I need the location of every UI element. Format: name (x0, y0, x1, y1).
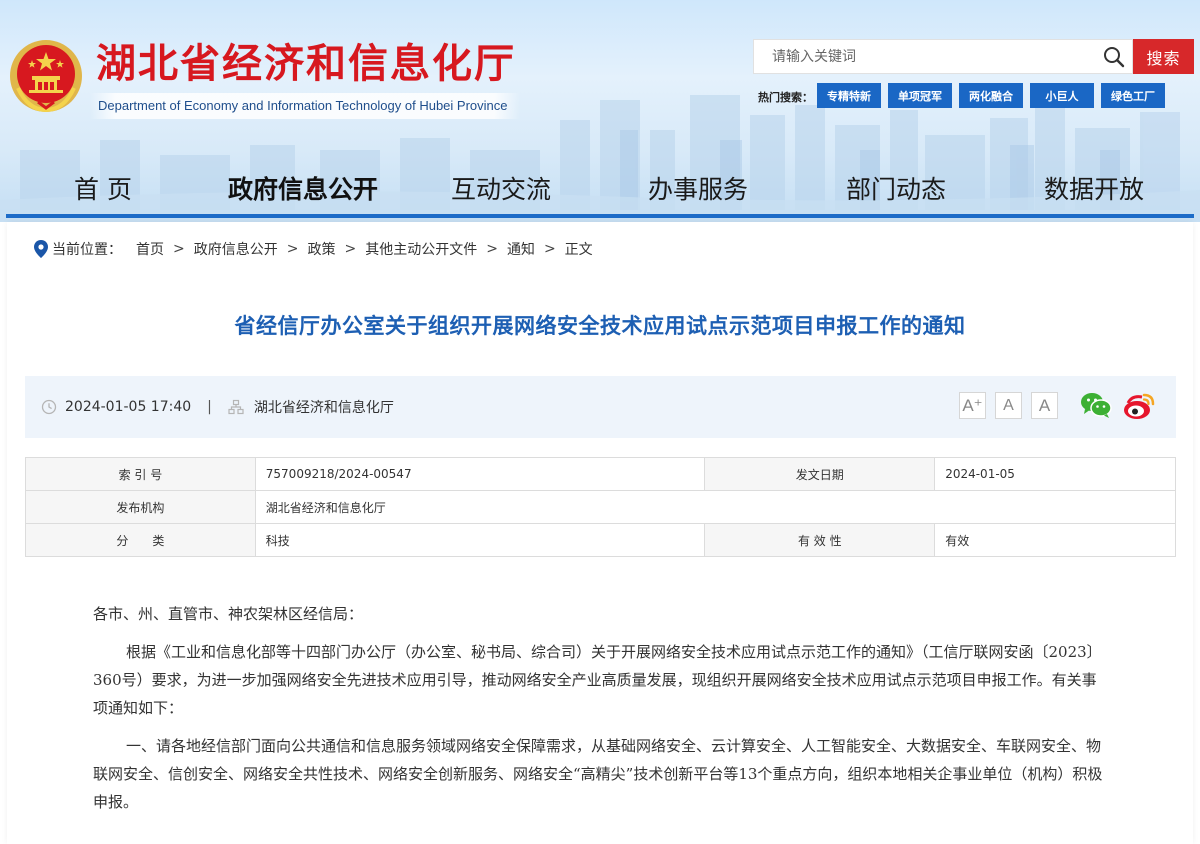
issue-date-label: 发文日期 (704, 457, 936, 491)
organization-icon (228, 399, 244, 415)
nav-item-department-news[interactable]: 部门动态 (846, 170, 946, 206)
breadcrumb: 当前位置： 首页 > 政府信息公开 > 政策 > 其他主动公开文件 > 通知 >… (34, 239, 593, 259)
site-header: 湖北省经济和信息化厅 Department of Economy and Inf… (0, 0, 1200, 222)
wechat-share-icon[interactable] (1080, 391, 1112, 423)
article-source: 湖北省经济和信息化厅 (253, 400, 394, 416)
table-row: 发布机构 湖北省经济和信息化厅 (25, 490, 1177, 524)
document-info-table: 索 引 号 757009218/2024-00547 发文日期 2024-01-… (25, 457, 1177, 557)
breadcrumb-prefix: 当前位置： (52, 242, 122, 258)
font-size-medium-button[interactable]: A (995, 392, 1022, 419)
body-paragraph: 一、请各地经信部门面向公共通信和信息服务领域网络安全保障需求，从基础网络安全、云… (93, 737, 1103, 811)
hot-tag-zhuanjingtexin[interactable]: 专精特新 (817, 83, 881, 108)
category-label: 分 类 (25, 523, 256, 557)
category-value: 科技 (254, 523, 706, 557)
search-input[interactable] (754, 40, 1096, 73)
site-subtitle: Department of Economy and Information Te… (90, 93, 520, 119)
breadcrumb-item-gov-info[interactable]: 政府信息公开 (194, 239, 278, 259)
hot-search-label: 热门搜索： (758, 91, 813, 104)
nav-item-services[interactable]: 办事服务 (648, 170, 748, 206)
search-icon[interactable] (1096, 40, 1132, 73)
salutation: 各市、州、直管市、神农架林区经信局： (93, 605, 364, 623)
breadcrumb-item-current: 正文 (564, 242, 593, 258)
index-label: 索 引 号 (25, 457, 256, 491)
search-button[interactable]: 搜索 (1133, 39, 1194, 74)
breadcrumb-separator: > (486, 241, 498, 257)
validity-label: 有 效 性 (704, 523, 936, 557)
nav-item-interaction[interactable]: 互动交流 (451, 170, 551, 206)
breadcrumb-item-home[interactable]: 首页 (136, 239, 164, 259)
nav-item-gov-info[interactable]: 政府信息公开 (228, 170, 378, 206)
font-size-controls: A⁺ A A (959, 392, 1058, 419)
article-meta-bar: 2024-01-05 17:40 | 湖北省经济和信息化厅 A⁺ A A (25, 376, 1176, 438)
hot-tag-danxiangguanjun[interactable]: 单项冠军 (888, 83, 952, 108)
clock-icon (41, 399, 57, 415)
breadcrumb-item-policy[interactable]: 政策 (307, 239, 335, 259)
hot-tag-lvsegongchang[interactable]: 绿色工厂 (1101, 83, 1165, 108)
body-paragraph: 根据《工业和信息化部等十四部门办公厅（办公室、秘书局、综合司）关于开展网络安全技… (93, 643, 1102, 717)
breadcrumb-separator: > (344, 241, 357, 257)
hot-tag-xiaojuren[interactable]: 小巨人 (1030, 83, 1094, 108)
publisher-value: 湖北省经济和信息化厅 (254, 490, 1177, 524)
table-row: 分 类 科技 有 效 性 有效 (25, 523, 1176, 557)
site-title: 湖北省经济和信息化厅 (96, 41, 516, 87)
breadcrumb-separator: > (543, 241, 556, 257)
article-meta: 2024-01-05 17:40 | 湖北省经济和信息化厅 (41, 376, 394, 438)
nav-underline (6, 214, 1194, 218)
article-datetime: 2024-01-05 17:40 (65, 399, 192, 415)
meta-divider: | (207, 399, 212, 415)
hot-tag-lianghuaronghe[interactable]: 两化融合 (959, 83, 1023, 108)
article-body: 各市、州、直管市、神农架林区经信局： 根据《工业和信息化部等十四部门办公厅（办公… (93, 600, 1107, 816)
hot-search-tags: 专精特新 单项冠军 两化融合 小巨人 绿色工厂 (817, 83, 1165, 108)
nav-item-home[interactable]: 首 页 (74, 170, 132, 206)
breadcrumb-item-other-files[interactable]: 其他主动公开文件 (365, 239, 477, 259)
publisher-label: 发布机构 (25, 490, 256, 524)
table-row: 索 引 号 757009218/2024-00547 发文日期 2024-01-… (25, 457, 1176, 491)
index-value: 757009218/2024-00547 (254, 457, 706, 491)
font-size-large-button[interactable]: A⁺ (959, 392, 986, 419)
nav-item-open-data[interactable]: 数据开放 (1044, 170, 1144, 206)
font-size-small-button[interactable]: A (1031, 392, 1058, 419)
main-nav: 首 页 政府信息公开 互动交流 办事服务 部门动态 数据开放 (0, 160, 1200, 216)
location-pin-icon (34, 240, 48, 258)
search-box (753, 39, 1133, 74)
national-emblem-icon (10, 40, 82, 113)
validity-value: 有效 (934, 523, 1176, 557)
breadcrumb-separator: > (286, 241, 299, 257)
breadcrumb-item-notice[interactable]: 通知 (507, 239, 535, 259)
weibo-share-icon[interactable] (1122, 390, 1158, 426)
breadcrumb-separator: > (173, 241, 185, 257)
issue-date-value: 2024-01-05 (934, 457, 1176, 491)
article-title: 省经信厅办公室关于组织开展网络安全技术应用试点示范项目申报工作的通知 (234, 314, 966, 338)
